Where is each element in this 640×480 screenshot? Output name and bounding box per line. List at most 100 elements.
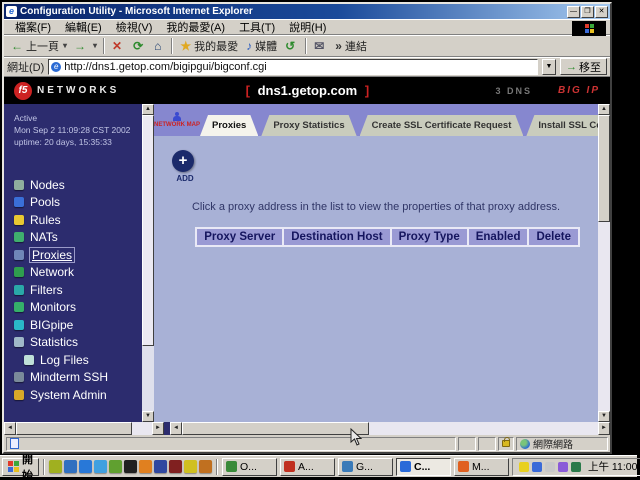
media-button[interactable]: ♪ 媒體 (242, 37, 281, 55)
menu-bar: 檔案(F) 編輯(E) 檢視(V) 我的最愛(A) 工具(T) 說明(H) (4, 19, 610, 35)
menu-item[interactable]: 檢視(V) (109, 18, 160, 36)
back-dropdown[interactable]: ▾ (63, 40, 70, 51)
menu-item[interactable]: 我的最愛(A) (159, 18, 232, 36)
sidebar-item[interactable]: Mindterm SSH (14, 369, 142, 387)
quick-launch-icon-4[interactable] (94, 460, 107, 473)
quick-launch-icon-6[interactable] (124, 460, 137, 473)
task-window-button[interactable]: O... (222, 458, 277, 476)
quick-launch-icon-11[interactable] (199, 460, 212, 473)
quick-launch-icon-5[interactable] (109, 460, 122, 473)
sidebar-item[interactable]: Monitors (14, 299, 142, 317)
task-window-button[interactable]: C... (396, 458, 451, 476)
sidebar-item[interactable]: System Admin (14, 386, 142, 404)
tab[interactable]: Create SSL Certificate Request (360, 115, 524, 136)
add-icon[interactable]: + (172, 150, 194, 172)
sidebar-item[interactable]: Pools (14, 194, 142, 212)
tab[interactable]: Install SSL Certif (526, 115, 598, 136)
stop-button[interactable]: ✕ (108, 38, 129, 54)
scroll-right-icon[interactable]: ► (152, 422, 164, 435)
sidebar-scrollbar[interactable]: ▲ ▼ (142, 104, 154, 422)
status-bar: 網際網路 (4, 435, 610, 452)
clock[interactable]: 上午 11:00 (584, 459, 637, 474)
task-window-button[interactable]: A... (280, 458, 335, 476)
network-map-button[interactable]: NETWORK MAP (154, 104, 200, 136)
table-header-cell[interactable]: Enabled (469, 229, 528, 245)
sidebar-item[interactable]: Statistics (14, 334, 142, 352)
menu-item[interactable]: 工具(T) (232, 18, 282, 36)
table-header-cell[interactable]: Destination Host (284, 229, 389, 245)
toolbar-separator[interactable] (103, 38, 105, 54)
display-icon[interactable] (558, 462, 568, 472)
forward-dropdown[interactable]: ▾ (93, 40, 100, 51)
quick-launch-bar (49, 460, 212, 473)
scrollbar-thumb[interactable] (142, 115, 154, 346)
network-tray-icon[interactable] (532, 462, 542, 472)
scroll-up-icon[interactable]: ▲ (142, 104, 154, 115)
add-proxy-button[interactable]: + ADD (172, 150, 198, 183)
sidebar-item[interactable]: Filters (14, 281, 142, 299)
sidebar-item[interactable]: NATs (14, 229, 142, 247)
instruction-text: Click a proxy address in the list to vie… (172, 201, 580, 213)
tab[interactable]: Proxies (200, 115, 258, 136)
scroll-right-icon[interactable]: ► (598, 422, 610, 435)
input-method-icon[interactable] (519, 462, 529, 472)
sidebar-item[interactable]: Network (14, 264, 142, 282)
sidebar-hscrollbar[interactable]: ◄ ► (4, 422, 164, 435)
scroll-down-icon[interactable]: ▼ (598, 411, 610, 422)
windows-flag-icon (585, 24, 594, 33)
history-button[interactable]: ↺ (281, 38, 302, 54)
quick-launch-icon-9[interactable] (169, 460, 182, 473)
menu-item[interactable]: 編輯(E) (58, 18, 109, 36)
task-window-icon (342, 461, 353, 472)
sidebar-item[interactable]: Nodes (14, 176, 142, 194)
main-hscrollbar[interactable]: ◄ ► (170, 422, 610, 435)
quick-launch-icon-1[interactable] (49, 460, 62, 473)
scroll-down-icon[interactable]: ▼ (142, 411, 154, 422)
tab[interactable]: Proxy Statistics (261, 115, 356, 136)
minimize-button[interactable]: — (567, 6, 580, 18)
favorites-button[interactable]: ★ 我的最愛 (176, 37, 242, 55)
quick-launch-icon-8[interactable] (154, 460, 167, 473)
rules-icon (14, 215, 24, 225)
volume-icon[interactable] (545, 462, 555, 472)
task-window-button[interactable]: G... (338, 458, 393, 476)
sidebar-item[interactable]: BIGpipe (14, 316, 142, 334)
scrollbar-thumb[interactable] (598, 115, 610, 222)
table-header-cell[interactable]: Proxy Server (197, 229, 282, 245)
address-dropdown[interactable]: ▼ (542, 59, 556, 75)
task-window-button[interactable]: M... (454, 458, 509, 476)
sidebar-item[interactable]: Proxies (14, 246, 142, 264)
address-input[interactable]: e http://dns1.getop.com/bigipgui/bigconf… (48, 59, 538, 75)
filters-icon (14, 285, 24, 295)
quick-launch-icon-3[interactable] (79, 460, 92, 473)
antivirus-icon[interactable] (571, 462, 581, 472)
maximize-button[interactable]: ❐ (581, 6, 594, 18)
proxy-table: Proxy Server Destination Host Proxy Type… (195, 227, 580, 247)
taskbar-divider (216, 459, 218, 475)
home-button[interactable]: ⌂ (150, 38, 168, 54)
quick-launch-icon-2[interactable] (64, 460, 77, 473)
table-header-cell[interactable]: Proxy Type (392, 229, 467, 245)
mindterm-ssh-icon (14, 372, 24, 382)
close-button[interactable]: ✕ (595, 6, 608, 18)
toolbar-separator[interactable] (305, 38, 307, 54)
toolbar-separator[interactable] (171, 38, 173, 54)
sidebar-item[interactable]: Log Files (14, 351, 142, 369)
quick-launch-icon-7[interactable] (139, 460, 152, 473)
start-button[interactable]: 開始 (2, 458, 39, 476)
mail-button[interactable]: ✉ (310, 38, 331, 54)
main-scrollbar[interactable]: ▲ ▼ (598, 104, 610, 422)
forward-button[interactable]: → (70, 38, 93, 54)
refresh-button[interactable]: ⟳ (129, 38, 150, 54)
menu-item[interactable]: 說明(H) (282, 18, 333, 36)
quick-launch-icon-10[interactable] (184, 460, 197, 473)
sidebar-item[interactable]: Rules (14, 211, 142, 229)
scroll-up-icon[interactable]: ▲ (598, 104, 610, 115)
links-button[interactable]: » 連結 (331, 37, 371, 55)
scroll-left-icon[interactable]: ◄ (4, 422, 16, 435)
table-header-cell[interactable]: Delete (529, 229, 578, 245)
go-button[interactable]: → 移至 (560, 58, 607, 75)
scroll-left-icon[interactable]: ◄ (170, 422, 182, 435)
back-button[interactable]: ← 上一頁 (7, 37, 63, 55)
menu-item[interactable]: 檔案(F) (8, 18, 58, 36)
